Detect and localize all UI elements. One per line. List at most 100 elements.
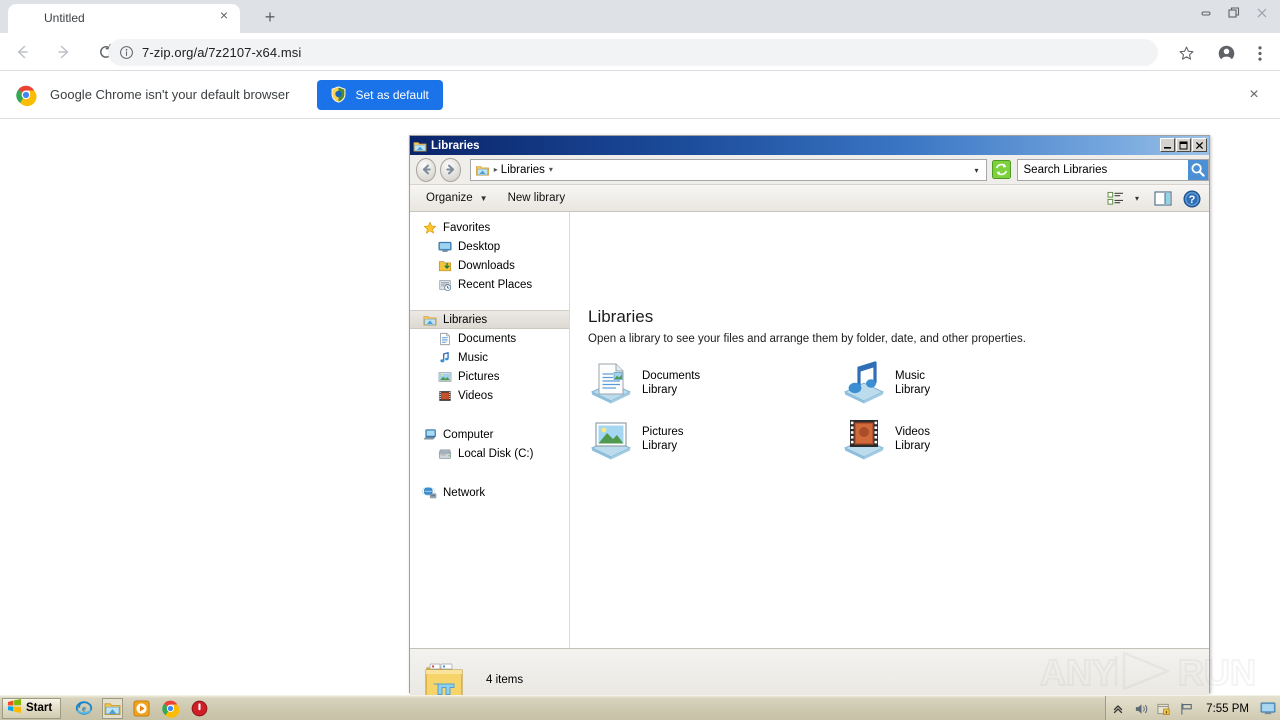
desktop-icon bbox=[437, 239, 453, 255]
status-item-count: 4 items bbox=[486, 673, 524, 686]
browser-toolbar: 7-zip.org/a/7z2107-x64.msi bbox=[0, 33, 1280, 71]
nav-group-network[interactable]: Network bbox=[410, 483, 569, 502]
browser-tab-title: Untitled bbox=[44, 11, 85, 25]
forward-arrow-icon[interactable] bbox=[48, 36, 80, 68]
libraries-icon bbox=[475, 163, 490, 177]
explorer-command-bar: Organize ▼ New library ▾ ? bbox=[410, 185, 1209, 212]
windows-explorer-icon[interactable] bbox=[102, 697, 124, 719]
tab-close-icon[interactable]: × bbox=[216, 8, 232, 24]
nav-group-libraries[interactable]: Libraries bbox=[410, 310, 569, 329]
sidebar-item-local-disk-c[interactable]: Local Disk (C:) bbox=[410, 444, 569, 463]
magnifier-icon[interactable] bbox=[1188, 159, 1209, 180]
system-tray: 7:55 PM bbox=[1105, 696, 1280, 720]
start-button[interactable]: Start bbox=[2, 697, 62, 719]
account-circle-icon[interactable] bbox=[1215, 42, 1237, 64]
hard-drive-icon bbox=[437, 446, 453, 462]
new-tab-button[interactable]: + bbox=[256, 7, 284, 29]
infobar-message: Google Chrome isn't your default browser bbox=[50, 87, 290, 102]
library-tile-music[interactable]: Music Library bbox=[839, 358, 1099, 408]
library-tile-videos[interactable]: Videos Library bbox=[839, 414, 1099, 464]
forward-circle-icon[interactable] bbox=[440, 157, 461, 182]
sidebar-item-music[interactable]: Music bbox=[410, 348, 569, 367]
red-stop-icon[interactable] bbox=[189, 698, 210, 719]
videos-icon bbox=[437, 388, 453, 404]
star-icon[interactable] bbox=[1175, 42, 1197, 64]
organize-menu-button[interactable]: Organize ▼ bbox=[422, 187, 492, 209]
windows-logo-icon bbox=[7, 698, 22, 718]
explorer-close-icon[interactable] bbox=[1192, 138, 1207, 152]
refresh-icon[interactable] bbox=[991, 160, 1011, 179]
explorer-window: Libraries ▸ Libraries ▾ ▾ Search Librari… bbox=[409, 135, 1210, 710]
preview-pane-icon[interactable] bbox=[1152, 188, 1174, 209]
back-arrow-icon[interactable] bbox=[6, 36, 38, 68]
address-bar-url: 7-zip.org/a/7z2107-x64.msi bbox=[142, 45, 302, 60]
three-dot-menu-icon[interactable] bbox=[1249, 42, 1271, 64]
sidebar-item-documents[interactable]: Documents bbox=[410, 329, 569, 348]
browser-tab[interactable]: Untitled bbox=[8, 4, 240, 33]
nav-group-favorites[interactable]: Favorites bbox=[410, 218, 569, 237]
internet-explorer-icon[interactable]: e bbox=[73, 698, 94, 719]
new-library-button[interactable]: New library bbox=[504, 187, 570, 209]
show-desktop-icon[interactable] bbox=[1260, 701, 1276, 717]
infobar-close-icon[interactable]: × bbox=[1246, 87, 1262, 103]
documents-library-icon bbox=[586, 360, 636, 406]
view-dropdown-caret-icon[interactable]: ▾ bbox=[1130, 188, 1144, 209]
libraries-icon bbox=[422, 312, 438, 328]
address-bar[interactable]: 7-zip.org/a/7z2107-x64.msi bbox=[108, 39, 1158, 66]
sidebar-item-desktop[interactable]: Desktop bbox=[410, 237, 569, 256]
library-tile-videos-label: Videos Library bbox=[895, 425, 930, 453]
breadcrumb-history-chevron-icon[interactable]: ▾ bbox=[974, 166, 978, 175]
search-input[interactable]: Search Libraries bbox=[1016, 158, 1210, 181]
library-tile-pictures-name: Pictures bbox=[642, 426, 684, 438]
sidebar-item-pictures[interactable]: Pictures bbox=[410, 367, 569, 386]
explorer-window-buttons bbox=[1160, 138, 1207, 152]
change-view-icon[interactable] bbox=[1104, 188, 1126, 209]
library-tile-music-name: Music bbox=[895, 370, 926, 382]
back-circle-icon[interactable] bbox=[416, 157, 437, 182]
start-label: Start bbox=[26, 702, 53, 714]
set-as-default-button[interactable]: Set as default bbox=[317, 79, 443, 110]
pictures-icon bbox=[437, 369, 453, 385]
sidebar-item-documents-label: Documents bbox=[458, 332, 517, 345]
nav-pane-spacer-2 bbox=[410, 405, 569, 425]
library-tile-documents[interactable]: Documents Library bbox=[586, 358, 846, 408]
close-icon[interactable] bbox=[1248, 1, 1276, 25]
content-pane: Libraries Open a library to see your fil… bbox=[570, 212, 1209, 648]
minimize-icon[interactable] bbox=[1192, 1, 1220, 25]
media-player-icon[interactable] bbox=[131, 698, 152, 719]
network-flag-icon[interactable] bbox=[1179, 701, 1195, 717]
command-bar-right-group: ▾ ? bbox=[1104, 188, 1203, 209]
explorer-body: Favorites Desktop Downloads Recent Place… bbox=[410, 212, 1209, 648]
breadcrumb-bar[interactable]: ▸ Libraries ▾ ▾ bbox=[469, 158, 987, 181]
library-tile-videos-name: Videos bbox=[895, 426, 930, 438]
volume-icon[interactable] bbox=[1133, 701, 1149, 717]
nav-pane-spacer bbox=[410, 294, 569, 310]
sidebar-item-recent-places-label: Recent Places bbox=[458, 278, 533, 291]
taskbar-clock[interactable]: 7:55 PM bbox=[1206, 703, 1249, 715]
sidebar-item-recent-places[interactable]: Recent Places bbox=[410, 275, 569, 294]
sidebar-item-videos[interactable]: Videos bbox=[410, 386, 569, 405]
library-tile-pictures[interactable]: Pictures Library bbox=[586, 414, 846, 464]
libraries-icon bbox=[413, 139, 427, 153]
nav-group-computer[interactable]: Computer bbox=[410, 425, 569, 444]
breadcrumb-item-libraries[interactable]: Libraries bbox=[501, 164, 545, 176]
explorer-maximize-icon[interactable] bbox=[1176, 138, 1191, 152]
action-center-icon[interactable] bbox=[1156, 701, 1172, 717]
explorer-title-bar[interactable]: Libraries bbox=[410, 136, 1209, 155]
google-chrome-icon[interactable] bbox=[160, 698, 181, 719]
explorer-minimize-icon[interactable] bbox=[1160, 138, 1175, 152]
show-hidden-icons-chevron[interactable] bbox=[1110, 701, 1126, 717]
restore-icon[interactable] bbox=[1220, 1, 1248, 25]
chevron-down-icon: ▼ bbox=[479, 193, 488, 203]
sidebar-item-desktop-label: Desktop bbox=[458, 240, 501, 253]
sidebar-item-downloads[interactable]: Downloads bbox=[410, 256, 569, 275]
breadcrumb-dropdown-icon[interactable]: ▾ bbox=[549, 165, 553, 174]
documents-icon bbox=[437, 331, 453, 347]
browser-window-controls bbox=[1192, 0, 1276, 26]
library-tile-pictures-label: Pictures Library bbox=[642, 425, 684, 453]
help-icon[interactable]: ? bbox=[1181, 188, 1203, 209]
downloads-icon bbox=[437, 258, 453, 274]
library-tile-videos-kind: Library bbox=[895, 440, 931, 452]
star-icon bbox=[422, 220, 438, 236]
info-circle-icon[interactable] bbox=[118, 45, 134, 61]
